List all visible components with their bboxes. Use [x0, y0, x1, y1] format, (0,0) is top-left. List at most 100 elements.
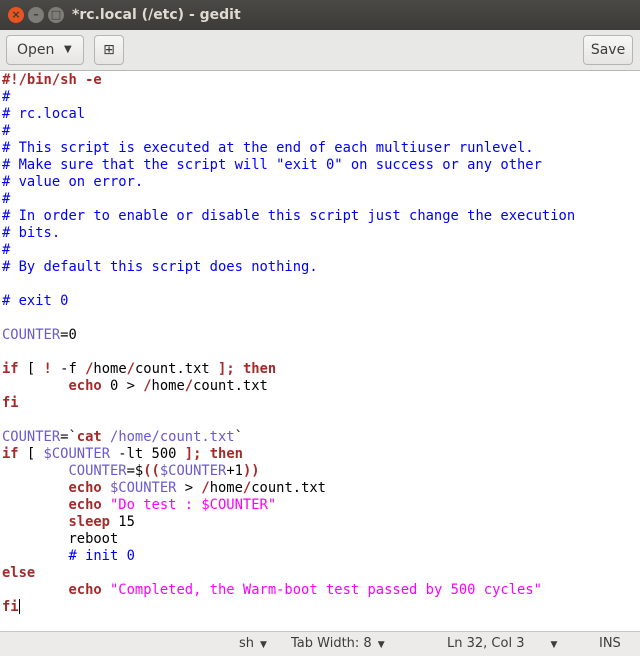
- code-token: )): [242, 463, 260, 479]
- maximize-window-button[interactable]: □: [48, 7, 64, 23]
- code-line: #: [2, 191, 10, 208]
- text-editor[interactable]: #!/bin/sh -e # # rc.local # # This script is…: [0, 71, 640, 631]
- code-line: COUNTER=$(($COUNTER+1)): [2, 463, 260, 480]
- code-line: # In order to enable or disable this scr…: [2, 208, 575, 225]
- minimize-window-button[interactable]: –: [28, 7, 44, 23]
- insert-mode-indicator[interactable]: INS: [599, 632, 621, 656]
- code-token: COUNTER: [2, 327, 61, 343]
- code-token: home: [93, 361, 127, 377]
- code-token: =$: [126, 463, 144, 479]
- code-line: #: [2, 89, 10, 106]
- open-button[interactable]: Open ▼: [6, 35, 84, 65]
- code-line: # Make sure that the script will "exit 0…: [2, 157, 542, 174]
- code-token: echo: [68, 378, 102, 394]
- code-line: fi: [2, 395, 19, 412]
- chevron-down-icon: ▼: [260, 640, 267, 650]
- text-cursor: [18, 599, 20, 614]
- new-tab-button[interactable]: ⊞: [94, 35, 124, 65]
- code-token: else: [2, 565, 36, 581]
- tab-width-selector[interactable]: Tab Width: 8 ▼: [291, 632, 385, 657]
- code-token: [: [18, 361, 44, 377]
- code-token: -lt 500: [110, 446, 185, 462]
- code-token: #!/bin/sh -e: [2, 72, 102, 88]
- window-title: *rc.local (/etc) - gedit: [72, 7, 241, 23]
- save-button[interactable]: Save: [583, 35, 633, 65]
- chevron-down-icon: ▼: [377, 640, 385, 650]
- code-token: "Do test : $COUNTER": [110, 497, 277, 513]
- code-token: home: [151, 378, 185, 394]
- code-token: "Completed, the Warm-boot test passed by…: [110, 582, 542, 598]
- code-token: sleep: [68, 514, 110, 530]
- code-token: echo: [68, 582, 102, 598]
- code-line: # init 0: [2, 548, 135, 565]
- code-token: /: [242, 480, 252, 496]
- code-token: /home/count.txt: [101, 429, 235, 445]
- language-label: sh: [239, 636, 255, 651]
- new-tab-icon: ⊞: [103, 42, 115, 58]
- tab-width-label: Tab Width: 8: [291, 636, 372, 651]
- code-token: +1: [226, 463, 243, 479]
- code-token: fi: [2, 599, 19, 615]
- code-line: # exit 0: [2, 293, 68, 310]
- code-token: /: [126, 361, 135, 377]
- code-line: echo "Do test : $COUNTER": [2, 497, 276, 514]
- code-token: #: [2, 191, 11, 207]
- code-line: reboot: [2, 531, 118, 548]
- code-line: echo "Completed, the Warm-boot test pass…: [2, 582, 542, 599]
- chevron-down-icon: ▼: [550, 640, 558, 650]
- code-token: #: [2, 123, 11, 139]
- code-token: count.txt: [251, 480, 326, 496]
- code-token: # bits.: [2, 225, 61, 241]
- code-line: if [ ! -f /home/count.txt ]; then: [2, 361, 276, 378]
- code-token: =0: [60, 327, 77, 343]
- code-token: # exit 0: [2, 293, 69, 309]
- close-window-button[interactable]: ×: [8, 7, 24, 23]
- close-icon: ×: [11, 8, 21, 21]
- code-line: echo $COUNTER > /home/count.txt: [2, 480, 326, 497]
- code-token: [: [18, 446, 44, 462]
- language-selector[interactable]: sh ▼: [239, 632, 267, 657]
- code-token: ((: [143, 463, 160, 479]
- open-button-label: Open: [17, 42, 55, 58]
- code-token: ];: [218, 361, 235, 377]
- cursor-position-selector[interactable]: Ln 32, Col 3 ▼: [447, 632, 557, 657]
- code-token: $COUNTER: [110, 480, 177, 496]
- code-line: #: [2, 242, 10, 259]
- code-line: fi: [2, 599, 20, 616]
- code-line: # This script is executed at the end of …: [2, 140, 534, 157]
- code-token: count.txt: [193, 378, 268, 394]
- code-token: $COUNTER: [159, 463, 227, 479]
- header-bar: Open ▼ ⊞ Save: [0, 30, 640, 71]
- code-token: `: [234, 429, 243, 445]
- code-line: # value on error.: [2, 174, 143, 191]
- maximize-icon: □: [50, 8, 62, 21]
- code-token: /: [184, 378, 194, 394]
- code-token: # By default this script does nothing.: [2, 259, 318, 275]
- code-token: echo: [68, 497, 102, 513]
- code-token: # In order to enable or disable this scr…: [2, 208, 576, 224]
- code-token: # init 0: [68, 548, 135, 564]
- code-token: home: [209, 480, 243, 496]
- code-line: if [ $COUNTER -lt 500 ]; then: [2, 446, 243, 463]
- code-line: sleep 15: [2, 514, 134, 531]
- code-token: # This script is executed at the end of …: [2, 140, 534, 156]
- code-token: #: [2, 242, 11, 258]
- code-token: # rc.local: [2, 106, 86, 122]
- chevron-down-icon: ▼: [64, 44, 72, 55]
- code-token: if: [2, 446, 19, 462]
- cursor-position-label: Ln 32, Col 3: [447, 636, 525, 651]
- code-line: # By default this script does nothing.: [2, 259, 318, 276]
- code-line: #!/bin/sh -e: [2, 72, 102, 89]
- code-token: if: [2, 361, 19, 377]
